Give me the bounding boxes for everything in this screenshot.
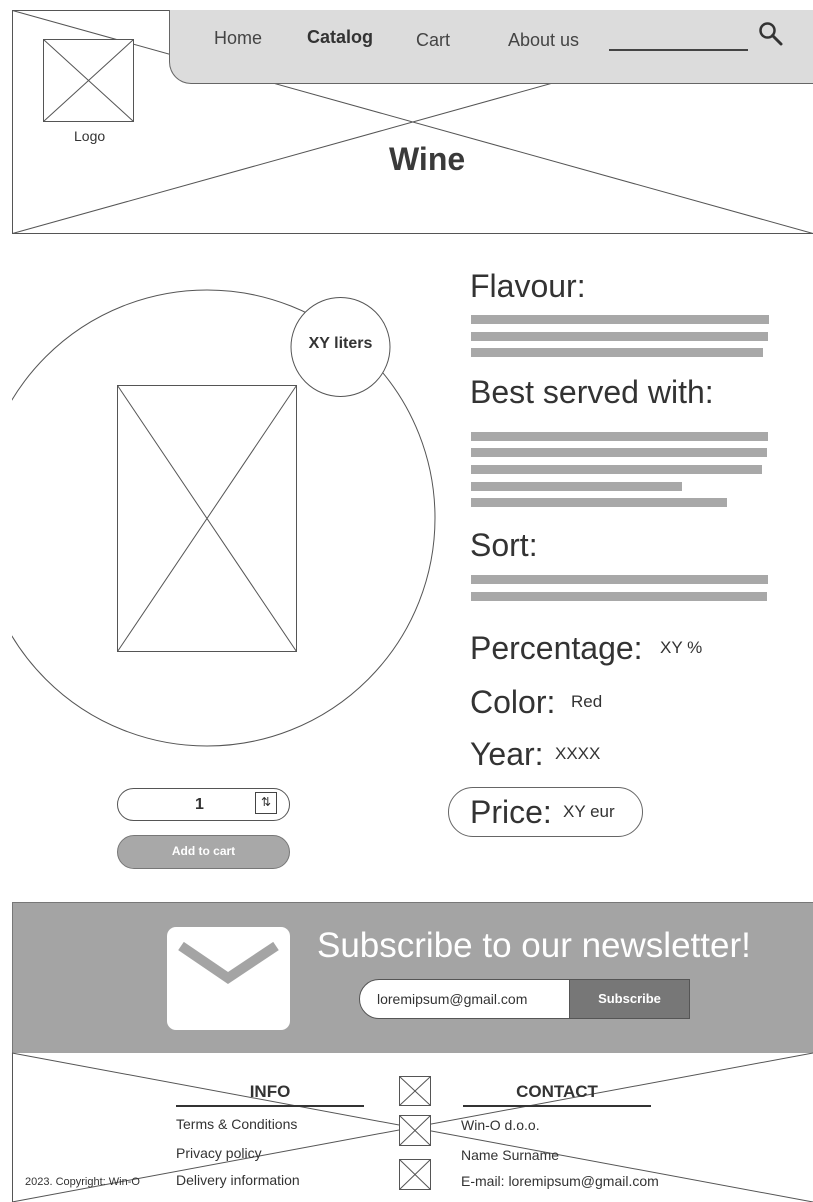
footer-link-terms[interactable]: Terms & Conditions [176,1116,297,1132]
text-placeholder [471,592,767,601]
newsletter-banner [12,902,813,1053]
search-input[interactable] [609,49,748,51]
contact-company: Win-O d.o.o. [461,1117,540,1133]
nav-cart[interactable]: Cart [416,30,450,51]
flavour-heading: Flavour: [470,268,586,304]
nav-bar [169,10,813,84]
logo-label: Logo [74,128,106,144]
envelope-icon [178,941,279,985]
text-placeholder [471,575,768,584]
swap-vertical-icon[interactable]: ⇅ [255,792,277,814]
price-value: XY eur [563,802,615,821]
text-placeholder [471,432,768,441]
contact-email[interactable]: E-mail: loremipsum@gmail.com [461,1173,659,1189]
year-label: Year: [470,736,544,772]
nav-catalog[interactable]: Catalog [307,27,373,48]
price-label: Price: [470,794,552,830]
page-title: Wine [389,141,466,177]
year-value: XXXX [555,744,601,763]
add-to-cart-button[interactable]: Add to cart [117,835,290,869]
info-divider [176,1105,364,1107]
text-placeholder [471,465,762,474]
left-gutter [0,270,12,770]
contact-heading: CONTACT [516,1082,598,1101]
text-placeholder [471,315,769,324]
info-heading: INFO [249,1082,291,1101]
best-served-heading: Best served with: [470,374,714,410]
color-label: Color: [470,684,556,720]
footer-link-delivery[interactable]: Delivery information [176,1172,300,1188]
text-placeholder [471,448,767,457]
text-placeholder [471,348,763,357]
volume-badge-label: XY liters [308,335,373,352]
percentage-label: Percentage: [470,630,643,666]
quantity-value[interactable]: 1 [195,796,204,814]
social-icon-placeholder[interactable] [399,1076,432,1107]
footer-link-privacy[interactable]: Privacy policy [176,1145,262,1161]
search-icon[interactable] [758,21,784,47]
social-icon-placeholder[interactable] [399,1115,432,1147]
text-placeholder [471,498,727,507]
sort-heading: Sort: [470,527,538,563]
percentage-value: XY % [660,638,703,657]
subscribe-button[interactable]: Subscribe [569,979,690,1019]
newsletter-title: Subscribe to our newsletter! [317,926,751,965]
nav-about-us[interactable]: About us [508,30,579,51]
text-placeholder [471,482,682,491]
nav-home[interactable]: Home [214,28,262,49]
contact-divider [463,1105,651,1107]
email-field[interactable]: loremipsum@gmail.com [359,979,571,1019]
color-value: Red [571,692,603,711]
contact-name: Name Surname [461,1147,560,1163]
logo-placeholder[interactable] [43,39,134,122]
social-icon-placeholder[interactable] [399,1159,432,1191]
text-placeholder [471,332,768,341]
copyright-text: 2023. Copyright: Win-O [25,1176,140,1188]
